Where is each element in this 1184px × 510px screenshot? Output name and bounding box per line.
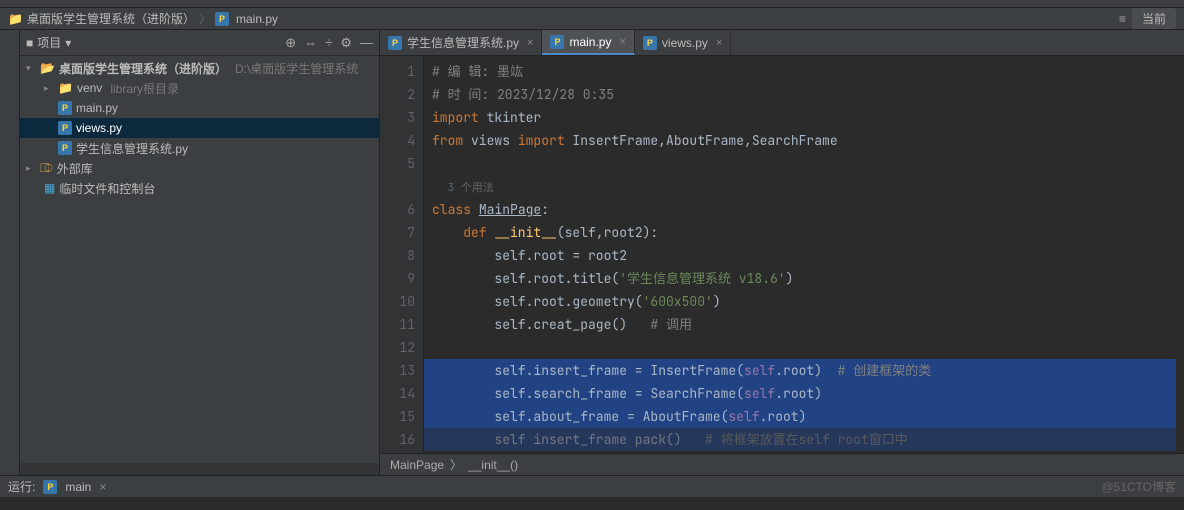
gear-icon[interactable]: ⚙ — [340, 35, 352, 51]
minimize-icon[interactable]: — — [360, 35, 373, 51]
project-tree: ▾📂桌面版学生管理系统（进阶版）D:\桌面版学生管理系统 ▸📁venvlibra… — [20, 56, 379, 463]
tab-sys[interactable]: P学生信息管理系统.py× — [380, 30, 542, 55]
sidebar-scrollbar[interactable] — [20, 463, 379, 475]
python-icon: P — [550, 35, 564, 49]
run-label: 运行: — [8, 478, 35, 495]
python-icon: P — [215, 12, 229, 26]
bottom-bar: 运行: P main × @51CTO博客 — [0, 475, 1184, 497]
tree-extlib[interactable]: ▸⎄外部库 — [20, 158, 379, 178]
structure-breadcrumb[interactable]: MainPage〉__init__() — [380, 453, 1184, 475]
close-icon[interactable]: × — [619, 36, 625, 48]
project-tool-window: ■ 项目 ▾ ⊕ ⇔ ÷ ⚙ — ▾📂桌面版学生管理系统（进阶版）D:\桌面版学… — [20, 30, 380, 475]
chevron-right-icon: 〉 — [199, 10, 211, 27]
run-config-name[interactable]: main — [65, 480, 91, 494]
python-icon: P — [388, 36, 402, 50]
python-icon: P — [643, 36, 657, 50]
close-icon[interactable]: × — [716, 37, 722, 49]
code-area[interactable]: 12345678910111213141516 # 编 辑: 墨竑 # 时 间:… — [380, 56, 1184, 453]
close-icon[interactable]: × — [527, 37, 533, 49]
tree-venv[interactable]: ▸📁venvlibrary根目录 — [20, 78, 379, 98]
sidebar-header: ■ 项目 ▾ ⊕ ⇔ ÷ ⚙ — — [20, 30, 379, 56]
folder-icon: 📁 — [8, 12, 23, 26]
tree-views[interactable]: Pviews.py — [20, 118, 379, 138]
tree-root[interactable]: ▾📂桌面版学生管理系统（进阶版）D:\桌面版学生管理系统 — [20, 58, 379, 78]
editor-tabs: P学生信息管理系统.py× Pmain.py× Pviews.py× — [380, 30, 1184, 56]
code-content[interactable]: # 编 辑: 墨竑 # 时 间: 2023/12/28 0:35 import … — [424, 56, 1184, 453]
tab-main[interactable]: Pmain.py× — [542, 30, 634, 55]
sidebar-title[interactable]: ■ 项目 ▾ — [26, 34, 71, 51]
tool-window-stripe-left[interactable] — [0, 30, 20, 475]
breadcrumb-file[interactable]: main.py — [236, 12, 278, 26]
editor: P学生信息管理系统.py× Pmain.py× Pviews.py× 12345… — [380, 30, 1184, 475]
line-gutter[interactable]: 12345678910111213141516 — [380, 56, 424, 453]
collapse-icon[interactable]: ÷ — [325, 35, 332, 51]
tree-main[interactable]: Pmain.py — [20, 98, 379, 118]
breadcrumb: 📁 桌面版学生管理系统（进阶版） 〉 P main.py ≡ 当前 — [0, 8, 1184, 30]
tree-scratch[interactable]: ▦临时文件和控制台 — [20, 178, 379, 198]
tree-sys[interactable]: P学生信息管理系统.py — [20, 138, 379, 158]
target-icon[interactable]: ⊕ — [285, 35, 296, 51]
python-icon: P — [43, 480, 57, 494]
close-icon[interactable]: × — [99, 480, 106, 494]
expand-icon[interactable]: ⇔ — [304, 35, 317, 51]
breadcrumb-root[interactable]: 桌面版学生管理系统（进阶版） — [27, 10, 195, 27]
hamburger-icon[interactable]: ≡ — [1119, 12, 1126, 26]
menu-bar-fragment — [0, 0, 1184, 8]
run-config-button[interactable]: 当前 — [1132, 8, 1176, 29]
tab-views[interactable]: Pviews.py× — [635, 30, 731, 55]
watermark: @51CTO博客 — [1101, 478, 1176, 495]
